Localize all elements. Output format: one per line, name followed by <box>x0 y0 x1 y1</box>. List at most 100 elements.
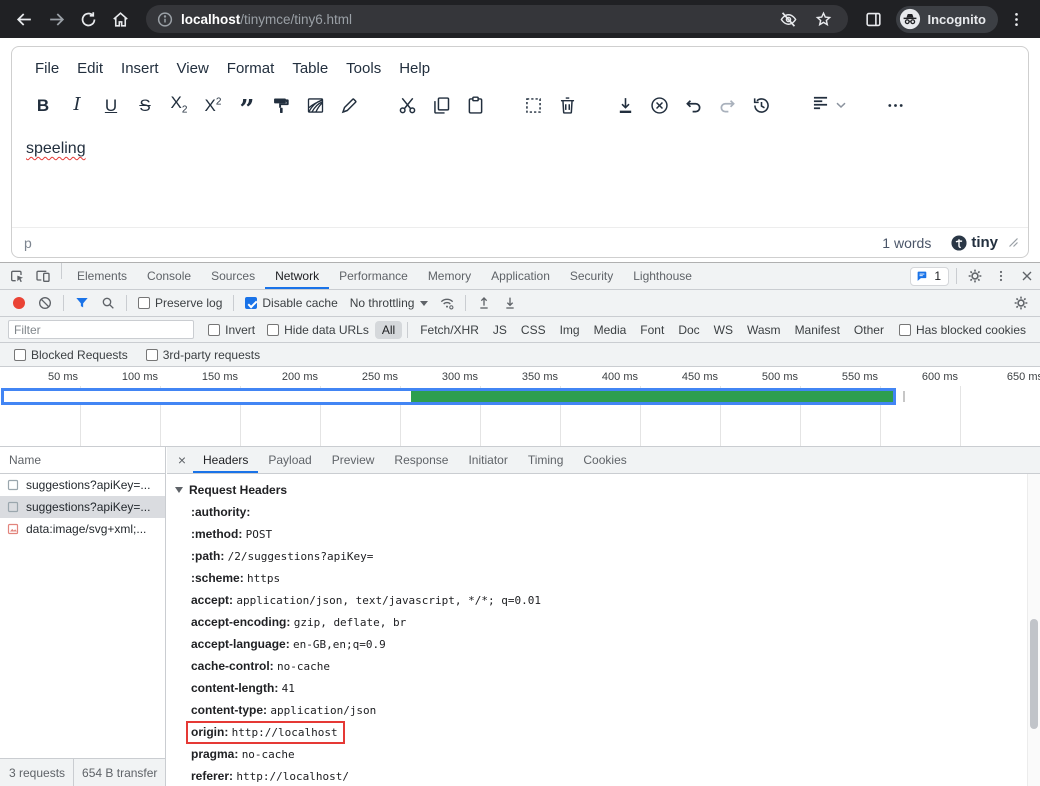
reload-icon[interactable] <box>74 5 102 33</box>
menu-insert[interactable]: Insert <box>112 55 168 82</box>
menu-help[interactable]: Help <box>390 55 439 82</box>
devtools-settings-icon[interactable] <box>962 264 988 288</box>
details-scrollbar[interactable] <box>1027 474 1040 786</box>
filter-type-media[interactable]: Media <box>587 321 634 339</box>
devtools-menu-icon[interactable] <box>988 264 1014 288</box>
overview-selection-band[interactable] <box>1 388 896 405</box>
restore-draft-icon[interactable] <box>744 88 778 122</box>
tab-payload[interactable]: Payload <box>258 447 321 473</box>
request-row-selected[interactable]: suggestions?apiKey=... <box>0 496 165 518</box>
copy-icon[interactable] <box>424 88 458 122</box>
side-panel-icon[interactable] <box>860 5 888 33</box>
filter-type-ws[interactable]: WS <box>707 321 740 339</box>
issues-badge[interactable]: 1 <box>910 267 949 286</box>
third-party-toggle[interactable]: 3rd-party requests <box>146 348 260 362</box>
tab-sources[interactable]: Sources <box>201 263 265 289</box>
italic-button[interactable]: I <box>60 88 94 122</box>
back-icon[interactable] <box>10 5 38 33</box>
request-headers-section[interactable]: Request Headers <box>167 474 1040 501</box>
menu-edit[interactable]: Edit <box>68 55 112 82</box>
page-info-icon[interactable] <box>156 5 174 33</box>
request-row[interactable]: data:image/svg+xml;... <box>0 518 165 540</box>
resize-handle-icon[interactable] <box>1008 234 1018 252</box>
invert-toggle[interactable]: Invert <box>208 323 255 337</box>
tab-preview[interactable]: Preview <box>322 447 385 473</box>
menu-format[interactable]: Format <box>218 55 284 82</box>
tab-elements[interactable]: Elements <box>67 263 137 289</box>
paste-icon[interactable] <box>458 88 492 122</box>
tab-console[interactable]: Console <box>137 263 201 289</box>
filter-type-other[interactable]: Other <box>847 321 891 339</box>
blocked-requests-checkbox[interactable] <box>14 349 26 361</box>
strikethrough-button[interactable]: S <box>128 88 162 122</box>
filter-type-fetch-xhr[interactable]: Fetch/XHR <box>413 321 486 339</box>
inspect-element-icon[interactable] <box>4 264 30 288</box>
delete-icon[interactable] <box>550 88 584 122</box>
tab-network[interactable]: Network <box>265 263 329 289</box>
cancel-icon[interactable] <box>642 88 676 122</box>
tab-initiator[interactable]: Initiator <box>458 447 517 473</box>
editor-content[interactable]: speeling <box>12 128 1028 227</box>
close-details-icon[interactable]: × <box>171 449 193 471</box>
image-texture-icon[interactable] <box>298 88 332 122</box>
home-icon[interactable] <box>106 5 134 33</box>
save-download-icon[interactable] <box>608 88 642 122</box>
subscript-button[interactable]: X2 <box>162 88 196 122</box>
tab-memory[interactable]: Memory <box>418 263 481 289</box>
eye-blocked-icon[interactable] <box>775 5 803 33</box>
has-blocked-cookies-checkbox[interactable] <box>899 324 911 336</box>
hide-data-urls-checkbox[interactable] <box>267 324 279 336</box>
filter-type-img[interactable]: Img <box>553 321 587 339</box>
menu-file[interactable]: File <box>26 55 68 82</box>
network-settings-icon[interactable] <box>1008 291 1034 315</box>
preserve-log-checkbox[interactable] <box>138 297 150 309</box>
superscript-button[interactable]: X2 <box>196 88 230 122</box>
tiny-brand[interactable]: tiny <box>951 234 998 251</box>
invert-checkbox[interactable] <box>208 324 220 336</box>
tab-timing[interactable]: Timing <box>518 447 574 473</box>
filter-type-js[interactable]: JS <box>486 321 514 339</box>
network-overview-timeline[interactable]: 50 ms 100 ms 150 ms 200 ms 250 ms 300 ms… <box>0 367 1040 447</box>
network-search-icon[interactable] <box>95 291 121 315</box>
filter-input[interactable] <box>8 320 194 339</box>
redo-icon[interactable] <box>710 88 744 122</box>
underline-button[interactable]: U <box>94 88 128 122</box>
name-column-header[interactable]: Name <box>0 447 165 474</box>
filter-type-css[interactable]: CSS <box>514 321 553 339</box>
filter-type-all[interactable]: All <box>375 321 402 339</box>
cut-icon[interactable] <box>390 88 424 122</box>
bookmark-star-icon[interactable] <box>810 5 838 33</box>
filter-type-wasm[interactable]: Wasm <box>740 321 788 339</box>
has-blocked-cookies-toggle[interactable]: Has blocked cookies <box>899 323 1026 337</box>
address-bar[interactable]: localhost/tinymce/tiny6.html <box>146 5 848 33</box>
request-row[interactable]: suggestions?apiKey=... <box>0 474 165 496</box>
misspelled-word[interactable]: speeling <box>26 140 86 157</box>
filter-type-manifest[interactable]: Manifest <box>788 321 847 339</box>
blockquote-button[interactable]: ” <box>230 88 264 122</box>
disable-cache-toggle[interactable]: Disable cache <box>245 296 337 310</box>
hide-data-urls-toggle[interactable]: Hide data URLs <box>267 323 369 337</box>
export-har-icon[interactable] <box>497 291 523 315</box>
menu-tools[interactable]: Tools <box>337 55 390 82</box>
devtools-close-icon[interactable] <box>1014 264 1040 288</box>
filter-icon[interactable] <box>69 291 95 315</box>
element-path[interactable]: p <box>24 235 32 251</box>
forward-icon[interactable] <box>42 5 70 33</box>
preserve-log-toggle[interactable]: Preserve log <box>138 296 222 310</box>
filter-type-doc[interactable]: Doc <box>671 321 706 339</box>
tab-lighthouse[interactable]: Lighthouse <box>623 263 702 289</box>
tab-response[interactable]: Response <box>384 447 458 473</box>
tab-headers[interactable]: Headers <box>193 447 258 473</box>
select-all-icon[interactable] <box>516 88 550 122</box>
import-har-icon[interactable] <box>471 291 497 315</box>
record-icon[interactable] <box>13 297 25 309</box>
clear-icon[interactable] <box>32 291 58 315</box>
menu-table[interactable]: Table <box>283 55 337 82</box>
permanent-pen-icon[interactable] <box>332 88 366 122</box>
disable-cache-checkbox[interactable] <box>245 297 257 309</box>
tab-application[interactable]: Application <box>481 263 560 289</box>
tab-cookies[interactable]: Cookies <box>573 447 636 473</box>
undo-icon[interactable] <box>676 88 710 122</box>
throttling-dropdown[interactable]: No throttling <box>350 296 429 310</box>
menu-view[interactable]: View <box>168 55 218 82</box>
